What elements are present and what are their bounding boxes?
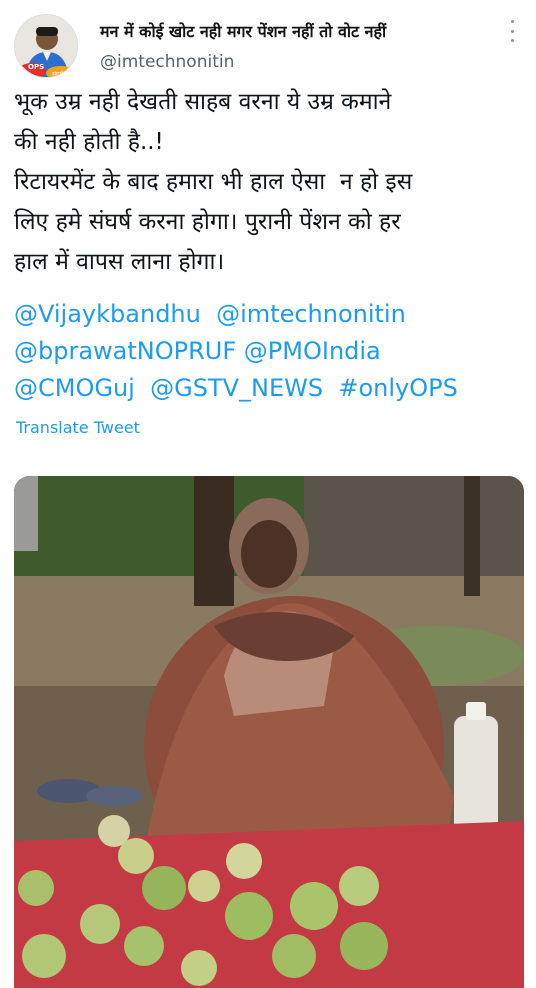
mention-link[interactable]: @GSTV_NEWS <box>150 374 323 402</box>
hashtag-link[interactable]: #onlyOPS <box>338 374 457 402</box>
mention-link[interactable]: @CMOGuj <box>14 374 135 402</box>
tweet-mentions: @Vijaykbandhu @imtechnonitin @bprawatNOP… <box>14 296 528 407</box>
translate-tweet-link[interactable]: Translate Tweet <box>16 418 140 437</box>
more-vertical-icon[interactable] <box>506 20 518 42</box>
mention-link[interactable]: @Vijaykbandhu <box>14 300 201 328</box>
svg-text:संघर्ष: संघर्ष <box>52 70 64 78</box>
tweet-header: OPS संघर्ष मन में कोई खोट नही मगर पेंशन … <box>14 12 522 82</box>
mention-link[interactable]: @PMOIndia <box>244 337 381 365</box>
mention-link[interactable]: @bprawatNOPRUF <box>14 337 236 365</box>
tweet-photo[interactable] <box>14 476 524 988</box>
tweet-text: भूक उम्र नही देखती साहब वरना ये उम्र कमा… <box>14 89 413 275</box>
author-handle[interactable]: @imtechnonitin <box>100 52 234 72</box>
author-display-name[interactable]: मन में कोई खोट नही मगर पेंशन नहीं तो वोट… <box>100 20 386 42</box>
author-avatar[interactable]: OPS संघर्ष <box>14 14 78 78</box>
mention-link[interactable]: @imtechnonitin <box>216 300 406 328</box>
svg-text:OPS: OPS <box>28 63 44 71</box>
